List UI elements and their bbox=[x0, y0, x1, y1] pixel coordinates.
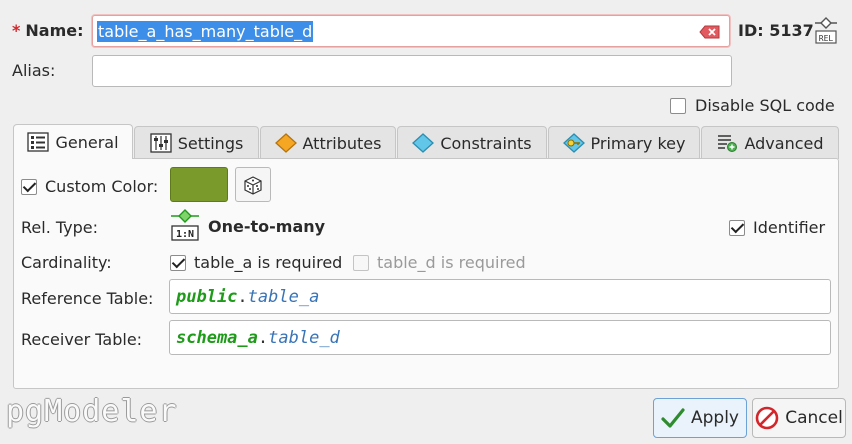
table-d-required-label: table_d is required bbox=[377, 253, 526, 272]
tab-constraints-label: Constraints bbox=[440, 133, 532, 153]
dice-icon bbox=[244, 175, 262, 195]
reference-table-label: Reference Table: bbox=[21, 289, 154, 308]
rel-type-badge: 1:N bbox=[176, 229, 194, 240]
table-d-required-box bbox=[353, 254, 369, 271]
svg-text:REL: REL bbox=[819, 34, 834, 43]
receiver-table-name: table_d bbox=[268, 327, 340, 348]
custom-color-checkbox[interactable]: Custom Color: bbox=[21, 177, 158, 196]
tab-primary-key-label: Primary key bbox=[590, 133, 686, 153]
tab-settings-label: Settings bbox=[177, 133, 244, 153]
advanced-icon bbox=[718, 135, 738, 152]
clear-text-icon[interactable] bbox=[699, 24, 721, 43]
cardinality-label: Cardinality: bbox=[21, 253, 112, 272]
object-id: ID: 5137 bbox=[738, 21, 814, 40]
tab-settings[interactable]: Settings bbox=[134, 126, 259, 159]
general-icon bbox=[27, 132, 50, 152]
reference-schema-name: public bbox=[176, 286, 238, 307]
tab-advanced-label: Advanced bbox=[744, 133, 824, 153]
receiver-schema-name: schema_a bbox=[176, 327, 258, 348]
table-a-required-checkbox[interactable]: table_a is required bbox=[170, 253, 342, 272]
receiver-dot: . bbox=[257, 327, 269, 348]
table-d-required-checkbox: table_d is required bbox=[353, 253, 526, 272]
cancel-icon bbox=[755, 406, 779, 430]
primary-key-icon bbox=[562, 133, 585, 153]
attribute-diamond-icon bbox=[274, 133, 297, 153]
random-color-button[interactable] bbox=[235, 167, 271, 202]
reference-dot: . bbox=[237, 286, 248, 307]
cancel-button[interactable]: Cancel bbox=[752, 398, 846, 438]
rel-type-label: Rel. Type: bbox=[21, 218, 98, 237]
identifier-label: Identifier bbox=[753, 218, 826, 237]
table-a-required-box[interactable] bbox=[170, 254, 186, 271]
rel-type-value: One-to-many bbox=[208, 217, 326, 236]
pgmodeler-logo: pgModeler bbox=[6, 394, 178, 429]
name-label: * Name: bbox=[12, 21, 84, 40]
receiver-table-label: Receiver Table: bbox=[21, 330, 143, 349]
tab-advanced[interactable]: Advanced bbox=[701, 126, 839, 159]
tab-general[interactable]: General bbox=[13, 124, 133, 159]
custom-color-swatch[interactable] bbox=[170, 167, 228, 202]
apply-button[interactable]: Apply bbox=[653, 398, 747, 438]
reference-table-name: table_a bbox=[247, 286, 320, 307]
name-input-value: table_a_has_many_table_d bbox=[97, 20, 314, 42]
identifier-box[interactable] bbox=[729, 219, 745, 236]
constraint-diamond-icon bbox=[412, 133, 435, 153]
tab-general-label: General bbox=[55, 132, 119, 152]
alias-label: Alias: bbox=[12, 61, 56, 80]
custom-color-label: Custom Color: bbox=[45, 177, 159, 196]
custom-color-box[interactable] bbox=[21, 178, 37, 195]
alias-input[interactable] bbox=[92, 55, 732, 87]
tab-constraints[interactable]: Constraints bbox=[397, 126, 547, 159]
checkmark-icon bbox=[661, 408, 685, 428]
tab-attributes-label: Attributes bbox=[302, 133, 382, 153]
receiver-table-field: schema_a. table_d bbox=[169, 320, 831, 355]
apply-label: Apply bbox=[691, 408, 739, 428]
relationship-object-icon: REL bbox=[813, 15, 839, 49]
cancel-label: Cancel bbox=[785, 408, 843, 428]
identifier-checkbox[interactable]: Identifier bbox=[729, 218, 825, 237]
disable-sql-box[interactable] bbox=[670, 97, 686, 114]
required-marker: * bbox=[12, 21, 21, 40]
disable-sql-checkbox[interactable]: Disable SQL code bbox=[670, 96, 835, 115]
disable-sql-label: Disable SQL code bbox=[695, 96, 835, 115]
settings-sliders-icon bbox=[150, 133, 172, 153]
one-to-many-icon: 1:N bbox=[170, 208, 200, 246]
tab-primary-key[interactable]: Primary key bbox=[548, 126, 700, 159]
reference-table-field: public. table_a bbox=[169, 279, 831, 314]
tab-attributes[interactable]: Attributes bbox=[260, 126, 396, 159]
name-input[interactable]: table_a_has_many_table_d bbox=[92, 15, 730, 47]
table-a-required-label: table_a is required bbox=[194, 253, 343, 272]
